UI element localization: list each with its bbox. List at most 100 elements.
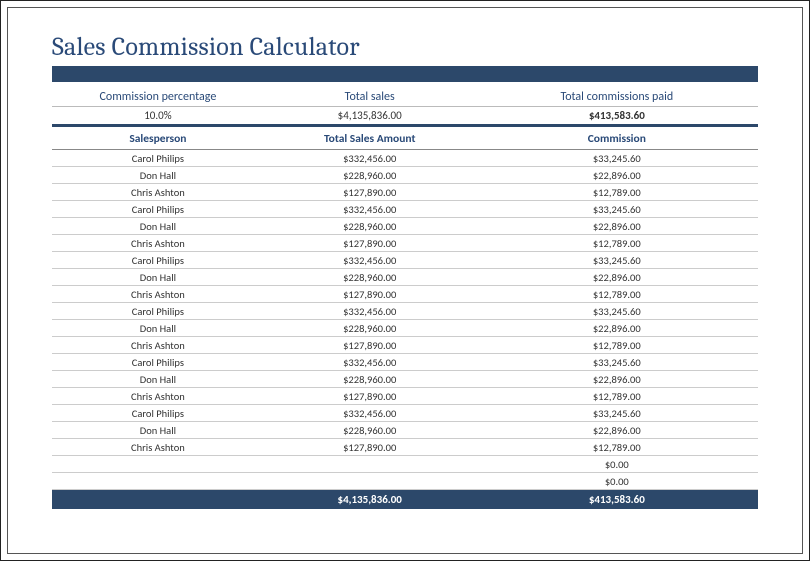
cell-amount: $332,456.00 <box>264 303 476 320</box>
summary-header-comm: Total commissions paid <box>476 88 758 107</box>
cell-commission: $0.00 <box>476 473 758 490</box>
table-row: Don Hall$228,960.00$22,896.00 <box>52 167 758 184</box>
table-row: Chris Ashton$127,890.00$12,789.00 <box>52 388 758 405</box>
table-row: Chris Ashton$127,890.00$12,789.00 <box>52 439 758 456</box>
table-row: Carol Philips$332,456.00$33,245.60 <box>52 150 758 167</box>
cell-amount: $127,890.00 <box>264 337 476 354</box>
cell-amount: $127,890.00 <box>264 388 476 405</box>
cell-amount: $127,890.00 <box>264 439 476 456</box>
data-table: Salesperson Total Sales Amount Commissio… <box>52 129 758 509</box>
cell-commission: $22,896.00 <box>476 269 758 286</box>
cell-amount: $332,456.00 <box>264 150 476 167</box>
totals-blank <box>52 490 264 510</box>
data-header-row: Salesperson Total Sales Amount Commissio… <box>52 129 758 150</box>
totals-commission: $413,583.60 <box>476 490 758 510</box>
cell-person: Carol Philips <box>52 303 264 320</box>
table-row: $0.00 <box>52 456 758 473</box>
page-frame: Sales Commission Calculator Commission p… <box>0 0 810 561</box>
cell-commission: $22,896.00 <box>476 422 758 439</box>
cell-amount: $228,960.00 <box>264 320 476 337</box>
cell-commission: $33,245.60 <box>476 150 758 167</box>
cell-commission: $33,245.60 <box>476 201 758 218</box>
table-row: Don Hall$228,960.00$22,896.00 <box>52 371 758 388</box>
cell-commission: $33,245.60 <box>476 405 758 422</box>
table-row: Don Hall$228,960.00$22,896.00 <box>52 422 758 439</box>
cell-commission: $12,789.00 <box>476 439 758 456</box>
totals-row: $4,135,836.00 $413,583.60 <box>52 490 758 510</box>
cell-person: Don Hall <box>52 371 264 388</box>
cell-amount <box>264 456 476 473</box>
cell-commission: $12,789.00 <box>476 184 758 201</box>
cell-person: Chris Ashton <box>52 235 264 252</box>
table-row: Carol Philips$332,456.00$33,245.60 <box>52 405 758 422</box>
summary-value-row: 10.0% $4,135,836.00 $413,583.60 <box>52 107 758 126</box>
cell-person: Don Hall <box>52 269 264 286</box>
cell-amount: $332,456.00 <box>264 405 476 422</box>
cell-person: Don Hall <box>52 320 264 337</box>
table-row: Chris Ashton$127,890.00$12,789.00 <box>52 337 758 354</box>
cell-amount: $228,960.00 <box>264 269 476 286</box>
cell-amount <box>264 473 476 490</box>
cell-person: Chris Ashton <box>52 388 264 405</box>
cell-commission: $0.00 <box>476 456 758 473</box>
col-header-amount: Total Sales Amount <box>264 129 476 150</box>
table-row: Don Hall$228,960.00$22,896.00 <box>52 320 758 337</box>
cell-amount: $228,960.00 <box>264 218 476 235</box>
cell-amount: $127,890.00 <box>264 286 476 303</box>
table-row: Carol Philips$332,456.00$33,245.60 <box>52 303 758 320</box>
totals-amount: $4,135,836.00 <box>264 490 476 510</box>
title-bar <box>52 66 758 82</box>
table-row: Chris Ashton$127,890.00$12,789.00 <box>52 184 758 201</box>
cell-person <box>52 473 264 490</box>
cell-commission: $33,245.60 <box>476 303 758 320</box>
cell-person: Carol Philips <box>52 354 264 371</box>
cell-commission: $33,245.60 <box>476 354 758 371</box>
cell-commission: $12,789.00 <box>476 286 758 303</box>
cell-person: Carol Philips <box>52 150 264 167</box>
cell-person <box>52 456 264 473</box>
cell-amount: $228,960.00 <box>264 167 476 184</box>
cell-commission: $33,245.60 <box>476 252 758 269</box>
table-row: Carol Philips$332,456.00$33,245.60 <box>52 252 758 269</box>
table-row: Chris Ashton$127,890.00$12,789.00 <box>52 286 758 303</box>
table-row: Chris Ashton$127,890.00$12,789.00 <box>52 235 758 252</box>
table-row: Carol Philips$332,456.00$33,245.60 <box>52 354 758 371</box>
col-header-person: Salesperson <box>52 129 264 150</box>
cell-amount: $228,960.00 <box>264 422 476 439</box>
cell-person: Don Hall <box>52 422 264 439</box>
cell-amount: $228,960.00 <box>264 371 476 388</box>
cell-person: Don Hall <box>52 167 264 184</box>
summary-value-pct: 10.0% <box>52 107 264 126</box>
cell-commission: $22,896.00 <box>476 371 758 388</box>
table-row: Don Hall$228,960.00$22,896.00 <box>52 218 758 235</box>
cell-commission: $12,789.00 <box>476 337 758 354</box>
cell-amount: $332,456.00 <box>264 252 476 269</box>
cell-commission: $22,896.00 <box>476 218 758 235</box>
page-content: Sales Commission Calculator Commission p… <box>7 7 803 554</box>
summary-header-sales: Total sales <box>264 88 476 107</box>
cell-person: Don Hall <box>52 218 264 235</box>
summary-value-sales: $4,135,836.00 <box>264 107 476 126</box>
cell-commission: $12,789.00 <box>476 235 758 252</box>
cell-person: Chris Ashton <box>52 337 264 354</box>
cell-amount: $127,890.00 <box>264 235 476 252</box>
summary-value-comm: $413,583.60 <box>476 107 758 126</box>
page-title: Sales Commission Calculator <box>52 32 758 62</box>
col-header-commission: Commission <box>476 129 758 150</box>
cell-commission: $12,789.00 <box>476 388 758 405</box>
cell-person: Carol Philips <box>52 252 264 269</box>
cell-person: Carol Philips <box>52 405 264 422</box>
cell-amount: $332,456.00 <box>264 201 476 218</box>
cell-person: Chris Ashton <box>52 286 264 303</box>
table-row: Carol Philips$332,456.00$33,245.60 <box>52 201 758 218</box>
cell-amount: $332,456.00 <box>264 354 476 371</box>
table-row: Don Hall$228,960.00$22,896.00 <box>52 269 758 286</box>
summary-header-pct: Commission percentage <box>52 88 264 107</box>
cell-person: Chris Ashton <box>52 439 264 456</box>
cell-amount: $127,890.00 <box>264 184 476 201</box>
summary-header-row: Commission percentage Total sales Total … <box>52 88 758 107</box>
cell-person: Carol Philips <box>52 201 264 218</box>
table-row: $0.00 <box>52 473 758 490</box>
cell-commission: $22,896.00 <box>476 167 758 184</box>
cell-person: Chris Ashton <box>52 184 264 201</box>
